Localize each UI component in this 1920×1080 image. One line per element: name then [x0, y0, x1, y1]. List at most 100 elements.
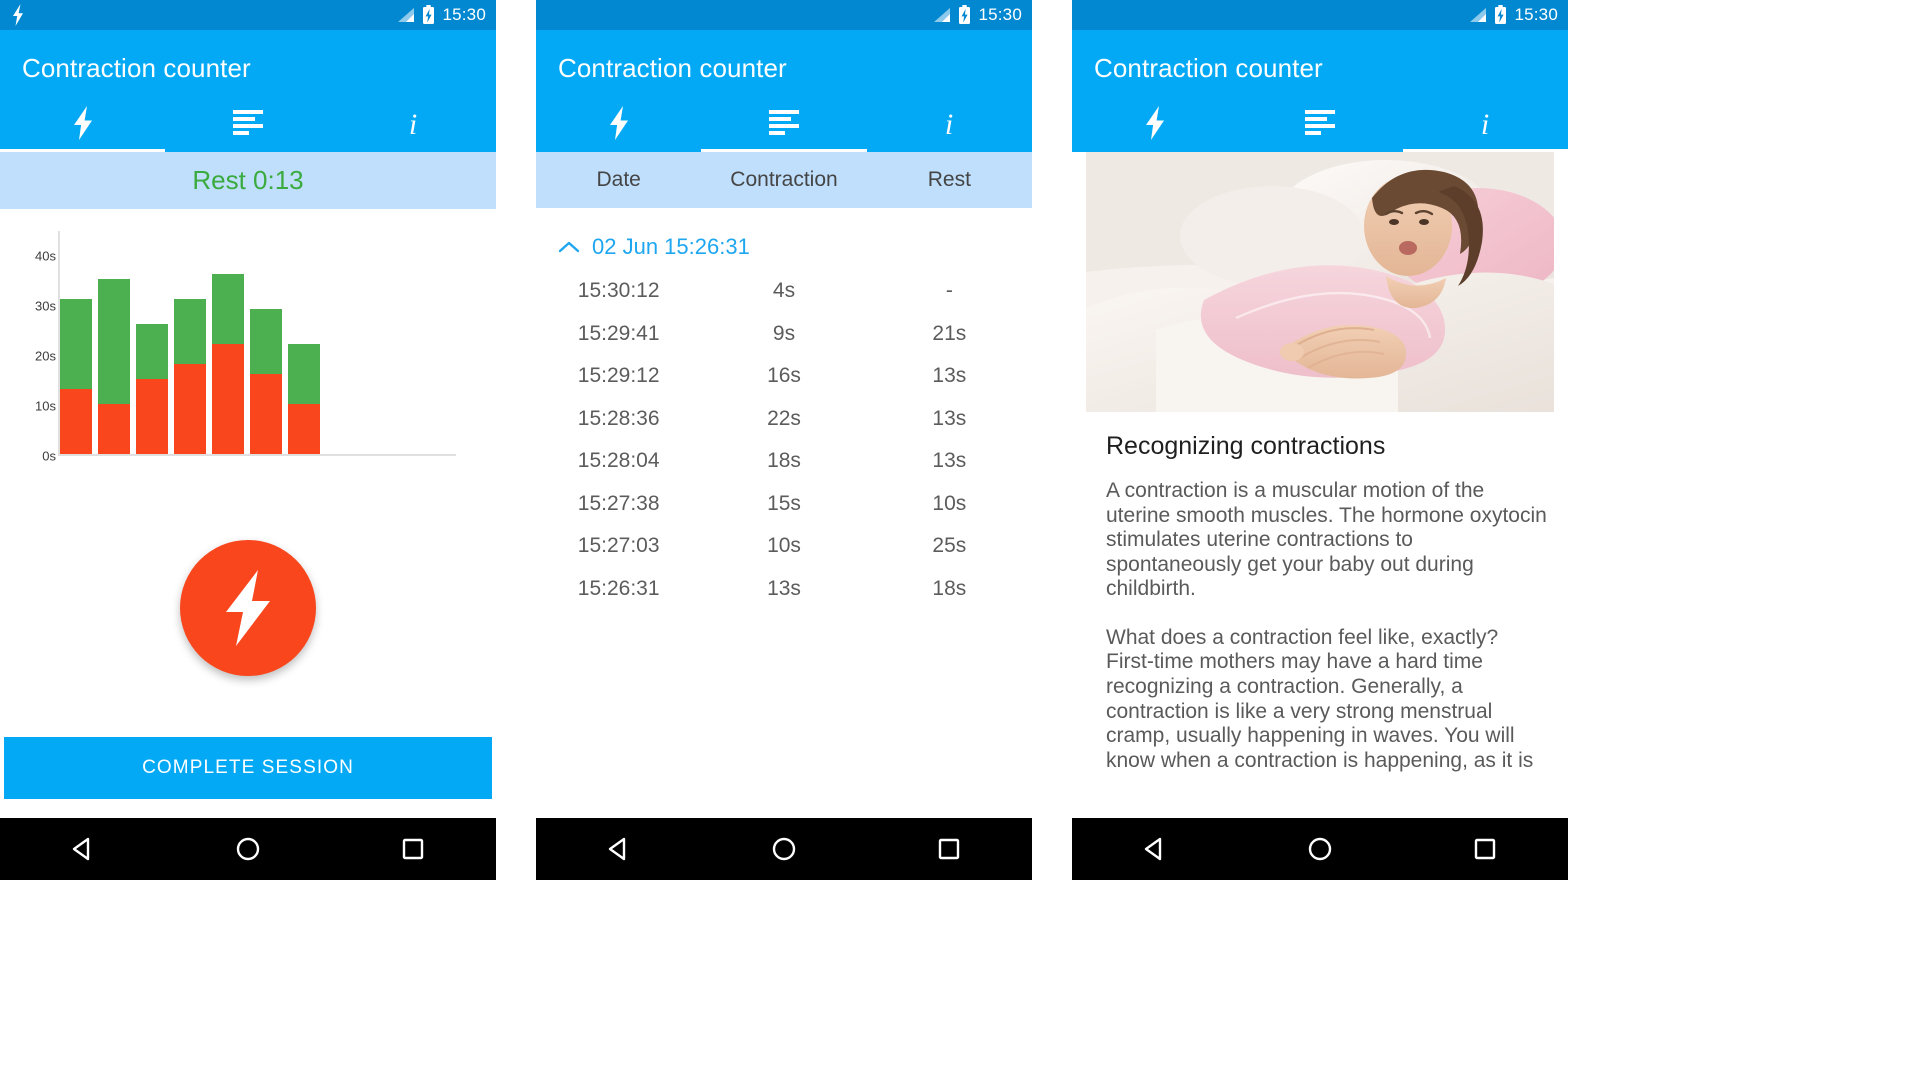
log-cell-rest: 13s [932, 364, 967, 388]
app-bar: Contraction counter i [0, 30, 496, 152]
log-cell-rest: 25s [932, 534, 967, 558]
start-contraction-fab[interactable] [180, 540, 316, 676]
info-article: Recognizing contractions A contraction i… [1072, 152, 1568, 774]
nav-back-button[interactable] [1120, 818, 1190, 880]
article-paragraph-1: A contraction is a muscular motion of th… [1106, 479, 1547, 601]
tab-log[interactable] [165, 94, 330, 152]
table-row[interactable]: 15:29:12 16s 13s [536, 355, 1032, 398]
tab-counter[interactable] [1072, 94, 1237, 152]
android-nav-bar [0, 818, 496, 880]
table-row[interactable]: 15:28:04 18s 13s [536, 440, 1032, 483]
svg-text:i: i [409, 108, 417, 139]
log-cell-contraction: 15s [767, 491, 801, 515]
tab-counter[interactable] [0, 94, 165, 152]
battery-charging-icon [422, 5, 435, 25]
table-row[interactable]: 15:28:36 22s 13s [536, 398, 1032, 441]
article-body: Recognizing contractions A contraction i… [1072, 412, 1568, 773]
hero-image [1086, 152, 1554, 412]
nav-home-button[interactable] [1285, 818, 1355, 880]
table-row[interactable]: 15:30:12 4s - [536, 270, 1032, 313]
bolt-icon [609, 106, 628, 140]
app-bar: Contraction counter i [536, 30, 1032, 152]
chart-bar-rest-segment [174, 299, 206, 364]
tab-info[interactable]: i [331, 94, 496, 152]
log-cell-contraction: 13s [767, 576, 801, 600]
chart-bar-rest-segment [60, 299, 92, 389]
log-cell-contraction: 22s [767, 406, 801, 430]
tab-log[interactable] [701, 94, 866, 152]
table-row[interactable]: 15:27:38 15s 10s [536, 483, 1032, 526]
chart-y-tick: 40s [35, 248, 56, 264]
nav-back-button[interactable] [48, 818, 118, 880]
chart-y-axis: 0s 10s 20s 30s 40s [0, 231, 56, 464]
rest-status-banner: Rest 0:13 [0, 152, 496, 209]
log-cell-date: 15:27:03 [577, 534, 660, 558]
square-recents-icon [1475, 838, 1496, 860]
circle-home-icon [772, 837, 796, 861]
chart-bar [60, 299, 92, 454]
column-header-contraction[interactable]: Contraction [701, 168, 866, 192]
nav-recents-button[interactable] [1450, 818, 1520, 880]
column-header-date[interactable]: Date [536, 168, 701, 192]
chart-axis-horizontal [58, 454, 456, 456]
nav-recents-button[interactable] [914, 818, 984, 880]
tab-info[interactable]: i [1403, 94, 1568, 152]
chart-bar-contraction-segment [288, 404, 320, 454]
chevron-up-icon [558, 241, 580, 253]
phone-panel-info: 15:30 Contraction counter i Recognizing … [1072, 0, 1568, 880]
svg-text:i: i [945, 108, 953, 139]
chart-bar [212, 274, 244, 454]
tab-bar: i [1072, 94, 1568, 152]
nav-home-button[interactable] [749, 818, 819, 880]
tab-indicator [701, 149, 867, 152]
page-title: Contraction counter [1094, 53, 1323, 83]
log-cell-date: 15:28:36 [577, 406, 660, 430]
circle-home-icon [236, 837, 260, 861]
chart-bar-contraction-segment [250, 374, 282, 454]
table-row[interactable]: 15:26:31 13s 18s [536, 568, 1032, 611]
page-title: Contraction counter [22, 53, 251, 83]
rest-timer-label: Rest 0:13 [192, 165, 304, 195]
tab-indicator [0, 149, 166, 152]
phone-panel-log: 15:30 Contraction counter i Date Contrac… [536, 0, 1032, 880]
article-title: Recognizing contractions [1106, 432, 1386, 460]
square-recents-icon [403, 838, 424, 860]
log-cell-rest: 10s [932, 491, 967, 515]
table-row[interactable]: 15:29:41 9s 21s [536, 313, 1032, 356]
chart-bar-rest-segment [98, 279, 130, 404]
chart-bar [174, 299, 206, 454]
signal-icon [931, 7, 951, 23]
circle-home-icon [1308, 837, 1332, 861]
tab-log[interactable] [1237, 94, 1402, 152]
fab-container [0, 479, 496, 737]
log-cell-date: 15:26:31 [577, 576, 660, 600]
table-row[interactable]: 15:27:03 10s 25s [536, 525, 1032, 568]
tab-counter[interactable] [536, 94, 701, 152]
chart-bar-contraction-segment [174, 364, 206, 454]
screenshot-stage: 15:30 Contraction counter i Rest 0:13 0s… [0, 0, 1920, 1080]
column-header-rest[interactable]: Rest [867, 168, 1032, 192]
log-cell-contraction: 10s [767, 534, 801, 558]
chart-bar-rest-segment [250, 309, 282, 374]
tab-info[interactable]: i [867, 94, 1032, 152]
complete-session-button[interactable]: COMPLETE SESSION [4, 737, 492, 799]
bolt-icon [226, 570, 270, 646]
log-cell-contraction: 16s [767, 364, 801, 388]
nav-back-button[interactable] [584, 818, 654, 880]
chart-bar [98, 279, 130, 454]
log-cell-date: 15:27:38 [577, 491, 660, 515]
session-group-header[interactable]: 02 Jun 15:26:31 [536, 208, 1032, 270]
log-cell-rest: 13s [932, 449, 967, 473]
status-bar-clock: 15:30 [442, 5, 486, 24]
list-icon [232, 110, 263, 135]
status-bar-clock: 15:30 [1514, 5, 1558, 24]
nav-recents-button[interactable] [378, 818, 448, 880]
log-cell-date: 15:28:04 [577, 449, 660, 473]
info-icon: i [1481, 108, 1489, 139]
nav-home-button[interactable] [213, 818, 283, 880]
tab-bar: i [0, 94, 496, 152]
page-title: Contraction counter [558, 53, 787, 83]
session-label: 02 Jun 15:26:31 [592, 234, 750, 259]
contraction-chart: 0s 10s 20s 30s 40s [0, 209, 496, 479]
list-icon [768, 110, 799, 135]
